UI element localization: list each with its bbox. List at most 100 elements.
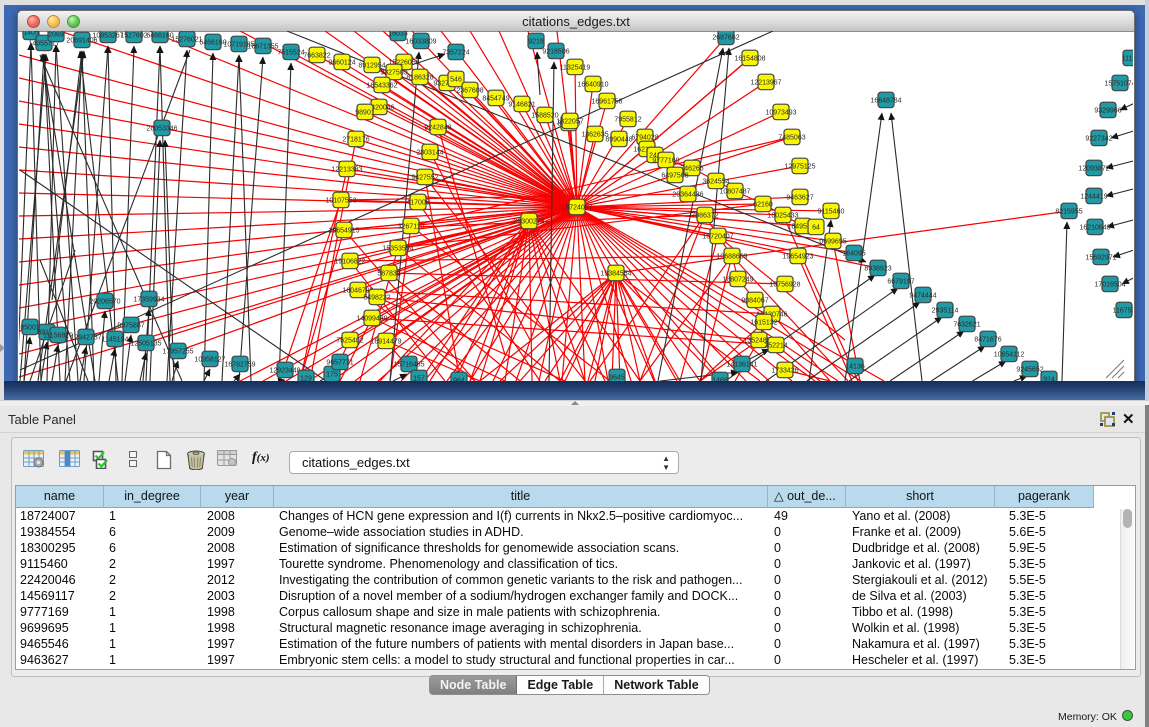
- svg-text:116753: 116753: [1113, 308, 1133, 315]
- svg-text:10853267: 10853267: [92, 33, 123, 40]
- svg-text:12923448: 12923448: [269, 368, 300, 375]
- svg-text:9329966: 9329966: [1094, 108, 1121, 115]
- svg-text:7357224: 7357224: [442, 50, 469, 57]
- svg-text:16640910: 16640910: [577, 82, 608, 89]
- svg-text:2687662: 2687662: [712, 35, 739, 42]
- svg-text:164095: 164095: [842, 251, 865, 258]
- svg-text:1527602: 1527602: [120, 33, 147, 40]
- svg-text:19654915: 19654915: [328, 228, 359, 235]
- svg-text:0699695: 0699695: [819, 239, 846, 246]
- svg-text:746266: 746266: [680, 166, 703, 173]
- svg-text:9218506: 9218506: [542, 49, 569, 56]
- svg-text:14099489: 14099489: [356, 316, 387, 323]
- svg-text:16961758: 16961758: [591, 99, 622, 106]
- svg-text:98901: 98901: [355, 110, 375, 117]
- svg-text:1733426: 1733426: [771, 368, 798, 375]
- svg-text:1822057: 1822057: [556, 119, 583, 126]
- svg-text:12975125: 12975125: [784, 164, 815, 171]
- svg-text:12942757: 12942757: [70, 335, 101, 342]
- svg-text:9327509: 9327509: [380, 70, 407, 77]
- svg-text:12213967: 12213967: [750, 80, 781, 87]
- svg-text:8186328: 8186328: [406, 75, 433, 82]
- svg-text:18807249: 18807249: [722, 277, 753, 284]
- svg-text:10654112: 10654112: [994, 352, 1025, 359]
- svg-text:7663822: 7663822: [303, 53, 330, 60]
- svg-text:10107553: 10107553: [325, 198, 356, 205]
- svg-text:9115460: 9115460: [818, 209, 845, 216]
- svg-text:1145194: 1145194: [102, 337, 129, 344]
- svg-text:9146821: 9146821: [508, 102, 535, 109]
- svg-text:417006: 417006: [406, 200, 429, 207]
- svg-text:1244419: 1244419: [1080, 194, 1107, 201]
- svg-text:8990448: 8990448: [605, 137, 632, 144]
- svg-text:12093872: 12093872: [1078, 166, 1109, 173]
- svg-text:587832: 587832: [377, 271, 400, 278]
- svg-text:15716485: 15716485: [393, 362, 424, 369]
- svg-text:25300273: 25300273: [513, 219, 544, 226]
- svg-text:175: 175: [326, 372, 338, 379]
- svg-text:9218: 9218: [528, 39, 544, 46]
- svg-text:14136: 14136: [845, 364, 865, 371]
- svg-text:9245652: 9245652: [1016, 367, 1043, 374]
- svg-text:6466160: 6466160: [146, 33, 173, 40]
- svg-text:17957255: 17957255: [162, 349, 193, 356]
- svg-text:11123: 11123: [1122, 56, 1133, 63]
- svg-text:9777169: 9777169: [652, 158, 679, 165]
- svg-text:6497568: 6497568: [661, 173, 688, 180]
- svg-text:10025433: 10025433: [767, 213, 798, 220]
- svg-text:9084067: 9084067: [741, 298, 768, 305]
- svg-text:6679197: 6679197: [887, 279, 914, 286]
- svg-text:8471676: 8471676: [974, 337, 1001, 344]
- svg-text:7986372: 7986372: [691, 213, 718, 220]
- svg-text:2803144: 2803144: [416, 150, 443, 157]
- svg-text:1588520: 1588520: [531, 113, 558, 120]
- svg-text:9474444: 9474444: [909, 293, 936, 300]
- svg-text:9660124: 9660124: [328, 60, 355, 67]
- svg-text:7625402: 7625402: [336, 338, 363, 345]
- svg-text:10973493: 10973493: [765, 110, 796, 117]
- svg-text:8215955: 8215955: [1055, 209, 1082, 216]
- svg-text:6794028: 6794028: [631, 135, 658, 142]
- svg-text:3267110: 3267110: [398, 224, 425, 231]
- svg-text:2367608: 2367608: [456, 88, 483, 95]
- svg-text:16543362: 16543362: [366, 83, 397, 90]
- svg-text:3624554: 3624554: [702, 179, 729, 186]
- svg-text:17359934: 17359934: [133, 297, 164, 304]
- svg-text:10958127: 10958127: [194, 357, 225, 364]
- svg-text:16782759: 16782759: [224, 362, 255, 369]
- svg-text:11156829: 11156829: [43, 333, 73, 340]
- svg-text:9427552: 9427552: [411, 175, 438, 182]
- svg-text:64: 64: [812, 225, 820, 232]
- svg-text:62160: 62160: [753, 202, 773, 209]
- svg-text:19756928: 19756928: [769, 282, 800, 289]
- svg-text:8454749: 8454749: [482, 96, 509, 103]
- svg-text:12213383: 12213383: [331, 167, 362, 174]
- svg-text:20364436: 20364436: [672, 192, 703, 199]
- svg-text:1615132: 1615132: [750, 320, 777, 327]
- svg-text:2718176: 2718176: [342, 137, 369, 144]
- svg-text:15353594: 15353594: [382, 246, 413, 253]
- svg-text:7515524: 7515524: [277, 50, 304, 57]
- svg-text:7955812: 7955812: [614, 117, 641, 124]
- svg-text:16648784: 16648784: [870, 98, 901, 105]
- svg-text:15720407: 15720407: [702, 234, 733, 241]
- svg-text:8938923: 8938923: [864, 266, 891, 273]
- svg-text:2069: 2069: [48, 32, 64, 39]
- svg-text:12505135: 12505135: [130, 341, 161, 348]
- svg-text:9242848: 9242848: [424, 125, 451, 132]
- svg-text:9975887: 9975887: [117, 323, 144, 330]
- svg-text:17016504: 17016504: [1094, 282, 1125, 289]
- svg-text:19654923: 19654923: [782, 254, 813, 261]
- svg-text:11325419: 11325419: [560, 65, 591, 72]
- svg-text:19106822: 19106822: [334, 259, 365, 266]
- svg-text:7632621: 7632621: [953, 322, 980, 329]
- svg-text:9227342: 9227342: [1085, 136, 1112, 143]
- svg-text:16033: 16033: [388, 31, 408, 38]
- svg-text:10688609: 10688609: [716, 254, 747, 261]
- svg-text:252214: 252214: [764, 343, 787, 350]
- svg-text:20206570: 20206570: [89, 299, 120, 306]
- svg-text:14136141: 14136141: [726, 362, 757, 369]
- svg-text:7485063: 7485063: [778, 135, 805, 142]
- svg-text:15751074: 15751074: [1104, 81, 1133, 88]
- svg-text:15692971: 15692971: [1085, 255, 1116, 262]
